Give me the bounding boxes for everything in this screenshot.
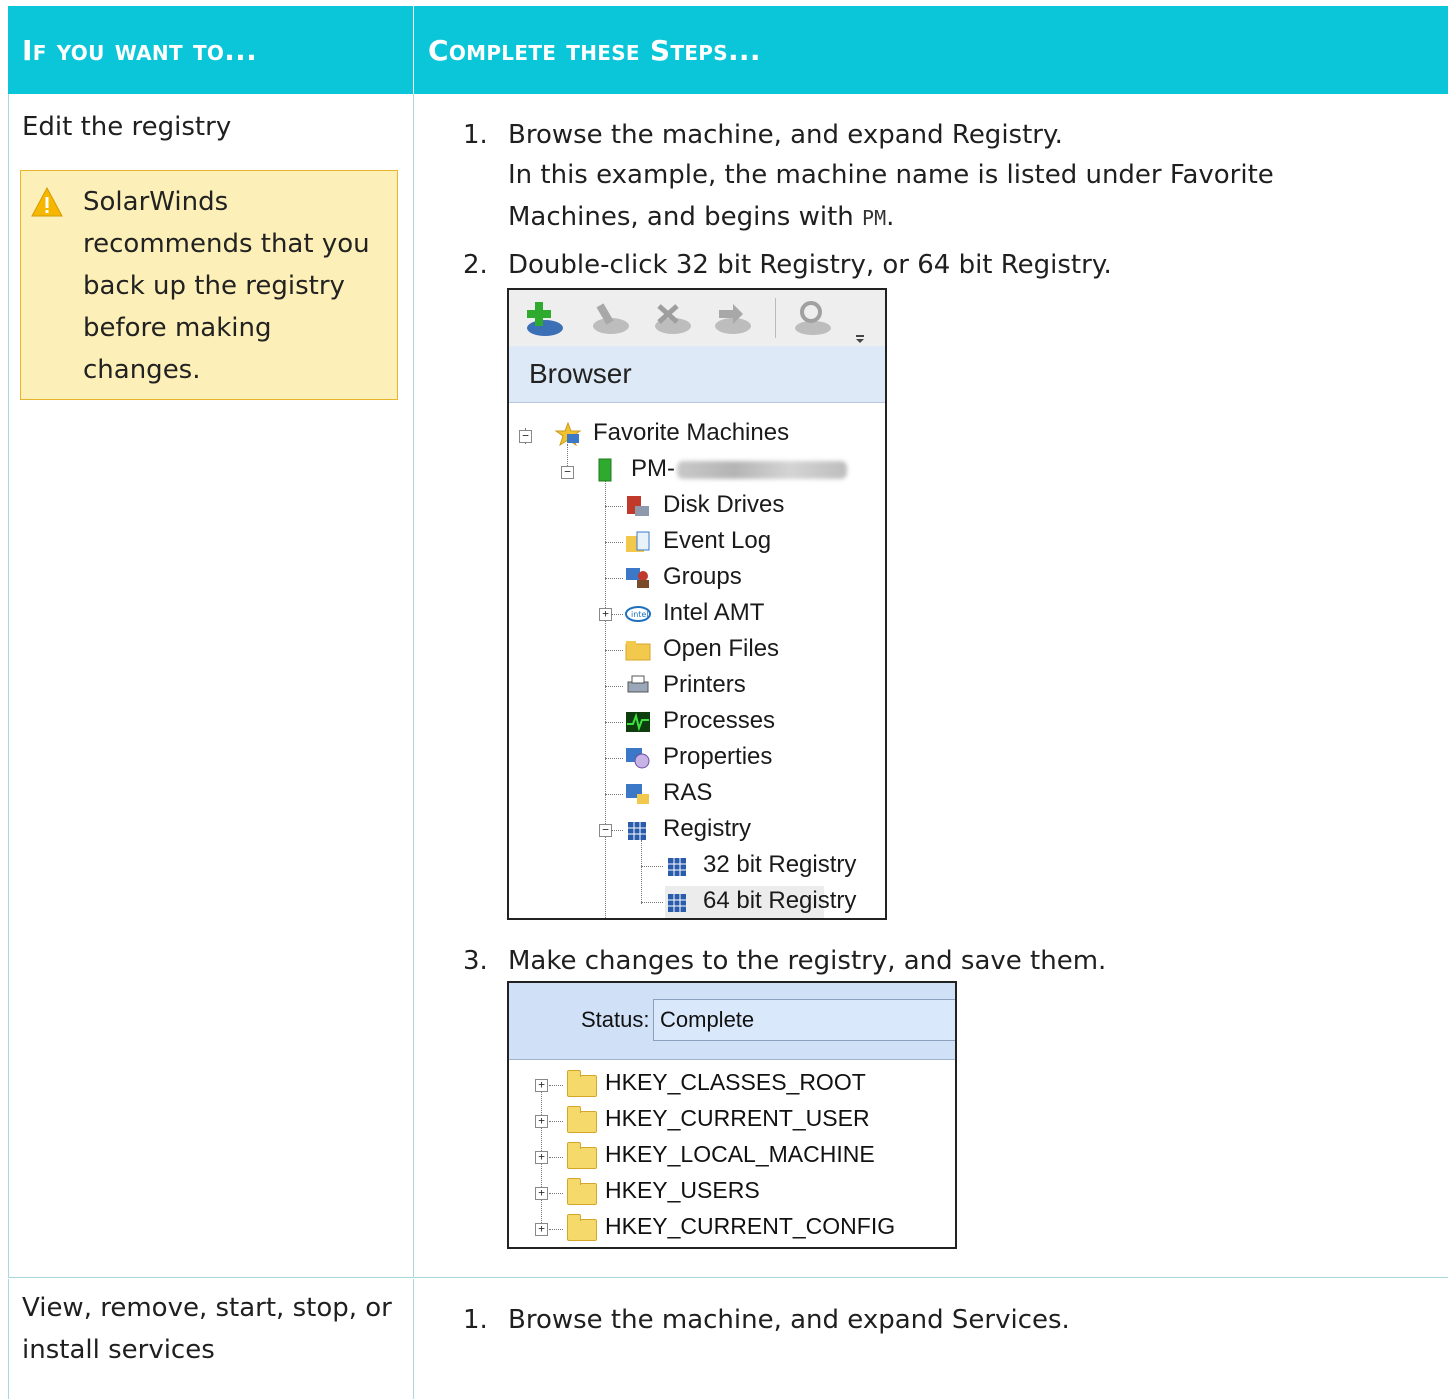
step-note-continued: Machines, and begins with PM.	[508, 196, 894, 239]
registry-screenshot: Status: Complete + HKEY_CLASSES_ROOT + H…	[507, 981, 957, 1249]
tree-label: 32 bit Registry	[703, 851, 857, 878]
step-note-text: Machines, and begins with	[508, 202, 863, 232]
intel-amt-icon: intel	[625, 606, 651, 622]
machine-status-icon	[598, 458, 612, 482]
row-border-middle	[413, 1279, 414, 1399]
registry-key-label: HKEY_USERS	[605, 1177, 760, 1203]
tree-label: Properties	[663, 743, 773, 770]
tree-label: Disk Drives	[663, 491, 785, 518]
browser-toolbar	[509, 290, 885, 347]
folder-icon	[567, 1214, 597, 1241]
row-border-middle	[413, 94, 414, 1278]
processes-icon	[626, 712, 650, 732]
row-border-left	[8, 1279, 9, 1399]
step-note: In this example, the machine name is lis…	[508, 160, 1274, 190]
tree-label: PM-	[631, 455, 675, 482]
header-cell-task: If you want to...	[8, 6, 414, 94]
blurred-machine-name	[677, 460, 847, 479]
warning-icon	[31, 187, 63, 217]
step-number: 2.	[463, 250, 488, 280]
registry-key-label: HKEY_CLASSES_ROOT	[605, 1069, 866, 1095]
collapse-toggle-icon[interactable]: −	[561, 466, 574, 479]
warning-text: SolarWinds recommends that you back up t…	[83, 187, 370, 385]
status-value: Complete	[660, 1007, 755, 1032]
step-number: 1.	[463, 1305, 488, 1335]
expand-toggle-icon[interactable]: +	[535, 1151, 548, 1164]
connect-machine-icon[interactable]	[709, 298, 753, 338]
printer-icon	[627, 675, 649, 693]
header-col1-label: If you want to...	[22, 34, 258, 67]
toolbar-overflow-icon[interactable]	[855, 334, 865, 344]
expand-toggle-icon[interactable]: +	[535, 1115, 548, 1128]
favorites-star-icon	[555, 422, 581, 446]
tree-node-64-bit-registry[interactable]: 64 bit Registry	[665, 886, 856, 918]
collapse-toggle-icon[interactable]: −	[519, 430, 532, 443]
machine-prefix-code: PM	[862, 206, 887, 230]
toolbar-separator	[775, 298, 776, 338]
tree-label: 64 bit Registry	[703, 887, 857, 914]
disk-drives-icon	[627, 496, 649, 516]
warning-callout: SolarWinds recommends that you back up t…	[20, 170, 398, 400]
table-row: View, remove, start, stop, or install se…	[8, 1279, 1448, 1399]
step-text: Make changes to the registry, and save t…	[508, 946, 1107, 976]
browser-screenshot: Browser − Favorite Machines − PM- Disk D…	[507, 288, 887, 920]
step-note-end: .	[886, 202, 895, 232]
browser-panel-title: Browser	[509, 346, 885, 403]
browser-title: Browser	[529, 358, 632, 389]
row-border-left	[8, 94, 9, 1278]
expand-toggle-icon[interactable]: +	[535, 1223, 548, 1236]
registry-key-label: HKEY_CURRENT_USER	[605, 1105, 870, 1131]
task-label: View, remove, start, stop, or install se…	[22, 1293, 392, 1365]
open-files-icon	[625, 641, 651, 661]
tree-label: Processes	[663, 707, 776, 734]
tree-line	[605, 480, 606, 918]
tree-label: Open Files	[663, 635, 780, 662]
expand-toggle-icon[interactable]: +	[535, 1187, 548, 1200]
registry-key-label: HKEY_CURRENT_CONFIG	[605, 1213, 896, 1239]
tree-label: Intel AMT	[663, 599, 765, 626]
tree-label: Favorite Machines	[593, 419, 790, 446]
status-bar: Status: Complete	[509, 983, 955, 1060]
header-col2-label: Complete these Steps...	[428, 34, 761, 67]
registry-key-label: HKEY_LOCAL_MACHINE	[605, 1141, 875, 1167]
table-header: If you want to... Complete these Steps..…	[8, 6, 1448, 94]
registry-icon	[668, 894, 686, 912]
tree-line	[641, 840, 642, 904]
event-log-icon	[626, 531, 650, 552]
tree-label: Event Log	[663, 527, 772, 554]
search-machine-icon[interactable]	[789, 298, 833, 338]
step-number: 1.	[463, 120, 488, 150]
tree-label: Registry	[663, 815, 752, 842]
svg-text:intel: intel	[631, 610, 649, 619]
groups-icon	[626, 568, 649, 588]
properties-icon	[626, 748, 650, 769]
step-number: 3.	[463, 946, 488, 976]
status-label: Status:	[581, 1007, 650, 1032]
folder-icon	[567, 1070, 597, 1097]
ras-icon	[626, 784, 649, 804]
registry-icon	[668, 858, 686, 876]
step-text: Browse the machine, and expand Services.	[508, 1305, 1070, 1335]
tree-label: Groups	[663, 563, 742, 590]
tree-label: Printers	[663, 671, 746, 698]
task-label: Edit the registry	[22, 112, 232, 142]
tree-label: RAS	[663, 779, 713, 806]
edit-machine-icon[interactable]	[587, 298, 631, 338]
expand-toggle-icon[interactable]: +	[535, 1079, 548, 1092]
row-divider	[8, 1277, 1448, 1278]
folder-icon	[567, 1178, 597, 1205]
status-field[interactable]: Complete	[653, 999, 955, 1041]
remove-machine-icon[interactable]	[649, 298, 693, 338]
folder-icon	[567, 1142, 597, 1169]
table-row: Edit the registry SolarWinds recommends …	[8, 94, 1448, 1278]
step-text: Double-click 32 bit Registry, or 64 bit …	[508, 250, 1112, 280]
registry-icon	[628, 822, 646, 840]
add-machine-icon[interactable]	[521, 296, 565, 340]
step-text: Browse the machine, and expand Registry.	[508, 120, 1063, 150]
folder-icon	[567, 1106, 597, 1133]
